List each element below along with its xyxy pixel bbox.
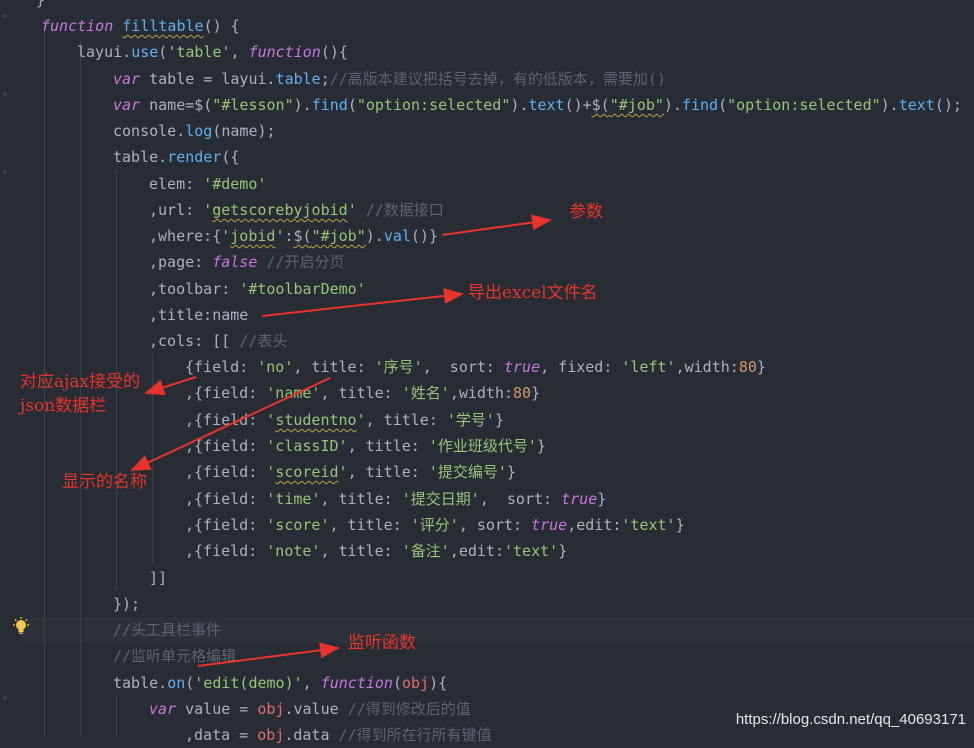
watermark: https://blog.csdn.net/qq_40693171: [735, 711, 966, 728]
annotation-params: 参数: [569, 202, 603, 222]
annotation-export-name: 导出excel文件名: [468, 283, 598, 303]
annotation-listener: 监听函数: [348, 633, 416, 653]
arrow-json-column: [144, 376, 197, 396]
annotation-json-column-line2: json数据栏: [20, 396, 107, 416]
annotation-json-column-line1: 对应ajax接受的: [20, 372, 141, 392]
arrow-export-name: [261, 288, 464, 317]
annotation-arrows: [130, 214, 552, 667]
annotation-display-name: 显示的名称: [62, 472, 147, 492]
arrow-params: [441, 214, 552, 236]
arrow-listener: [197, 642, 340, 667]
arrow-display-name: [130, 377, 331, 471]
